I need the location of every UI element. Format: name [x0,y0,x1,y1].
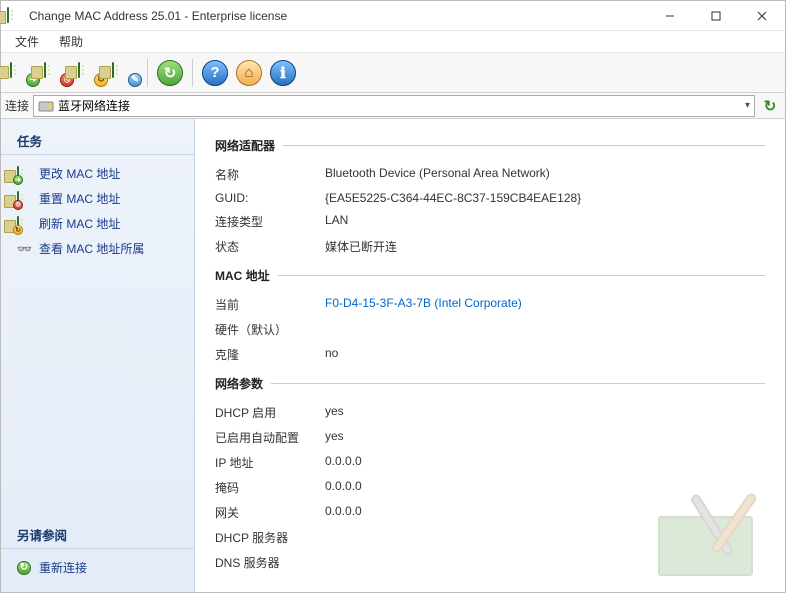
sidebar-item-label: 重置 MAC 地址 [39,190,120,207]
bluetooth-adapter-icon [38,99,54,113]
minimize-button[interactable] [647,1,693,31]
tool-home[interactable]: ⌂ [233,57,265,89]
row-adapter-name: 名称 Bluetooth Device (Personal Area Netwo… [215,162,765,187]
reconnect-icon: ↻ [17,561,33,575]
menu-help[interactable]: 帮助 [51,31,91,52]
row-dhcp-enabled: DHCP 启用 yes [215,400,765,425]
title-bar: Change MAC Address 25.01 - Enterprise li… [1,1,785,31]
connection-selected: 蓝牙网络连接 [58,97,745,114]
menu-file[interactable]: 文件 [7,31,47,52]
connection-label: 连接 [5,97,29,114]
sidebar: 任务 ➜ 更改 MAC 地址 ⦸ 重置 MAC 地址 ↻ 刷新 MAC 地址 👓… [1,119,195,592]
sidebar-item-label: 查看 MAC 地址所属 [39,240,144,257]
help-icon: ? [202,60,228,86]
row-adapter-guid: GUID: {EA5E5225-C364-44EC-8C37-159CB4EAE… [215,187,765,209]
sidebar-also-header: 另请参阅 [1,519,194,549]
sidebar-item-lookup-mac[interactable]: 👓 查看 MAC 地址所属 [1,236,194,261]
toolbar: ➜ ⦸ ↻ ✎ ↻ ? ⌂ ℹ [1,53,785,93]
row-dhcp-server: DHCP 服务器 [215,525,765,550]
nic-reset-icon: ⦸ [17,192,33,206]
window-controls [647,1,785,31]
app-icon [7,8,23,24]
sidebar-tasks: ➜ 更改 MAC 地址 ⦸ 重置 MAC 地址 ↻ 刷新 MAC 地址 👓 查看… [1,155,194,267]
binoculars-icon: 👓 [17,242,33,256]
sidebar-tasks-header: 任务 [1,125,194,155]
tool-help[interactable]: ? [199,57,231,89]
body: 任务 ➜ 更改 MAC 地址 ⦸ 重置 MAC 地址 ↻ 刷新 MAC 地址 👓… [1,119,785,592]
connection-refresh-button[interactable]: ↻ [759,97,781,115]
tool-about[interactable]: ℹ [267,57,299,89]
row-mac-clone: 克隆 no [215,342,765,367]
row-mac-hardware: 硬件（默认） [215,317,765,342]
sidebar-item-label: 刷新 MAC 地址 [39,215,120,232]
menu-bar: 文件 帮助 [1,31,785,53]
close-button[interactable] [739,1,785,31]
row-mask: 掩码 0.0.0.0 [215,475,765,500]
connection-dropdown[interactable]: 蓝牙网络连接 ▾ [33,95,755,117]
sidebar-item-reconnect[interactable]: ↻ 重新连接 [1,555,194,580]
window-title: Change MAC Address 25.01 - Enterprise li… [29,9,647,23]
info-icon: ℹ [270,60,296,86]
sidebar-item-label: 更改 MAC 地址 [39,165,120,182]
main-panel: 网络适配器 名称 Bluetooth Device (Personal Area… [195,119,785,592]
row-adapter-status: 状态 媒体已断开连 [215,234,765,259]
row-ip: IP 地址 0.0.0.0 [215,450,765,475]
sidebar-item-reset-mac[interactable]: ⦸ 重置 MAC 地址 [1,186,194,211]
row-gateway: 网关 0.0.0.0 [215,500,765,525]
row-dns-server: DNS 服务器 [215,550,765,575]
chevron-down-icon: ▾ [745,100,750,111]
sidebar-also: ↻ 重新连接 [1,549,194,586]
toolbar-separator [192,59,193,87]
connection-bar: 连接 蓝牙网络连接 ▾ ↻ [1,93,785,119]
toolbar-separator [147,59,148,87]
section-adapter-header: 网络适配器 [215,137,765,154]
section-net-header: 网络参数 [215,375,765,392]
refresh-icon: ↻ [157,60,183,86]
mac-current-link[interactable]: F0-D4-15-3F-A3-7B (Intel Corporate) [325,296,522,313]
nic-change-icon: ➜ [17,167,33,181]
sidebar-item-refresh-mac[interactable]: ↻ 刷新 MAC 地址 [1,211,194,236]
row-autoconfig: 已启用自动配置 yes [215,425,765,450]
row-adapter-conn-type: 连接类型 LAN [215,209,765,234]
sidebar-item-change-mac[interactable]: ➜ 更改 MAC 地址 [1,161,194,186]
tool-refresh[interactable]: ↻ [154,57,186,89]
section-mac-header: MAC 地址 [215,267,765,284]
refresh-icon: ↻ [764,98,777,115]
maximize-button[interactable] [693,1,739,31]
row-mac-current: 当前 F0-D4-15-3F-A3-7B (Intel Corporate) [215,292,765,317]
sidebar-item-label: 重新连接 [39,559,87,576]
home-icon: ⌂ [236,60,262,86]
tool-edit-mac[interactable]: ✎ [109,57,141,89]
nic-refresh-icon: ↻ [17,217,33,231]
